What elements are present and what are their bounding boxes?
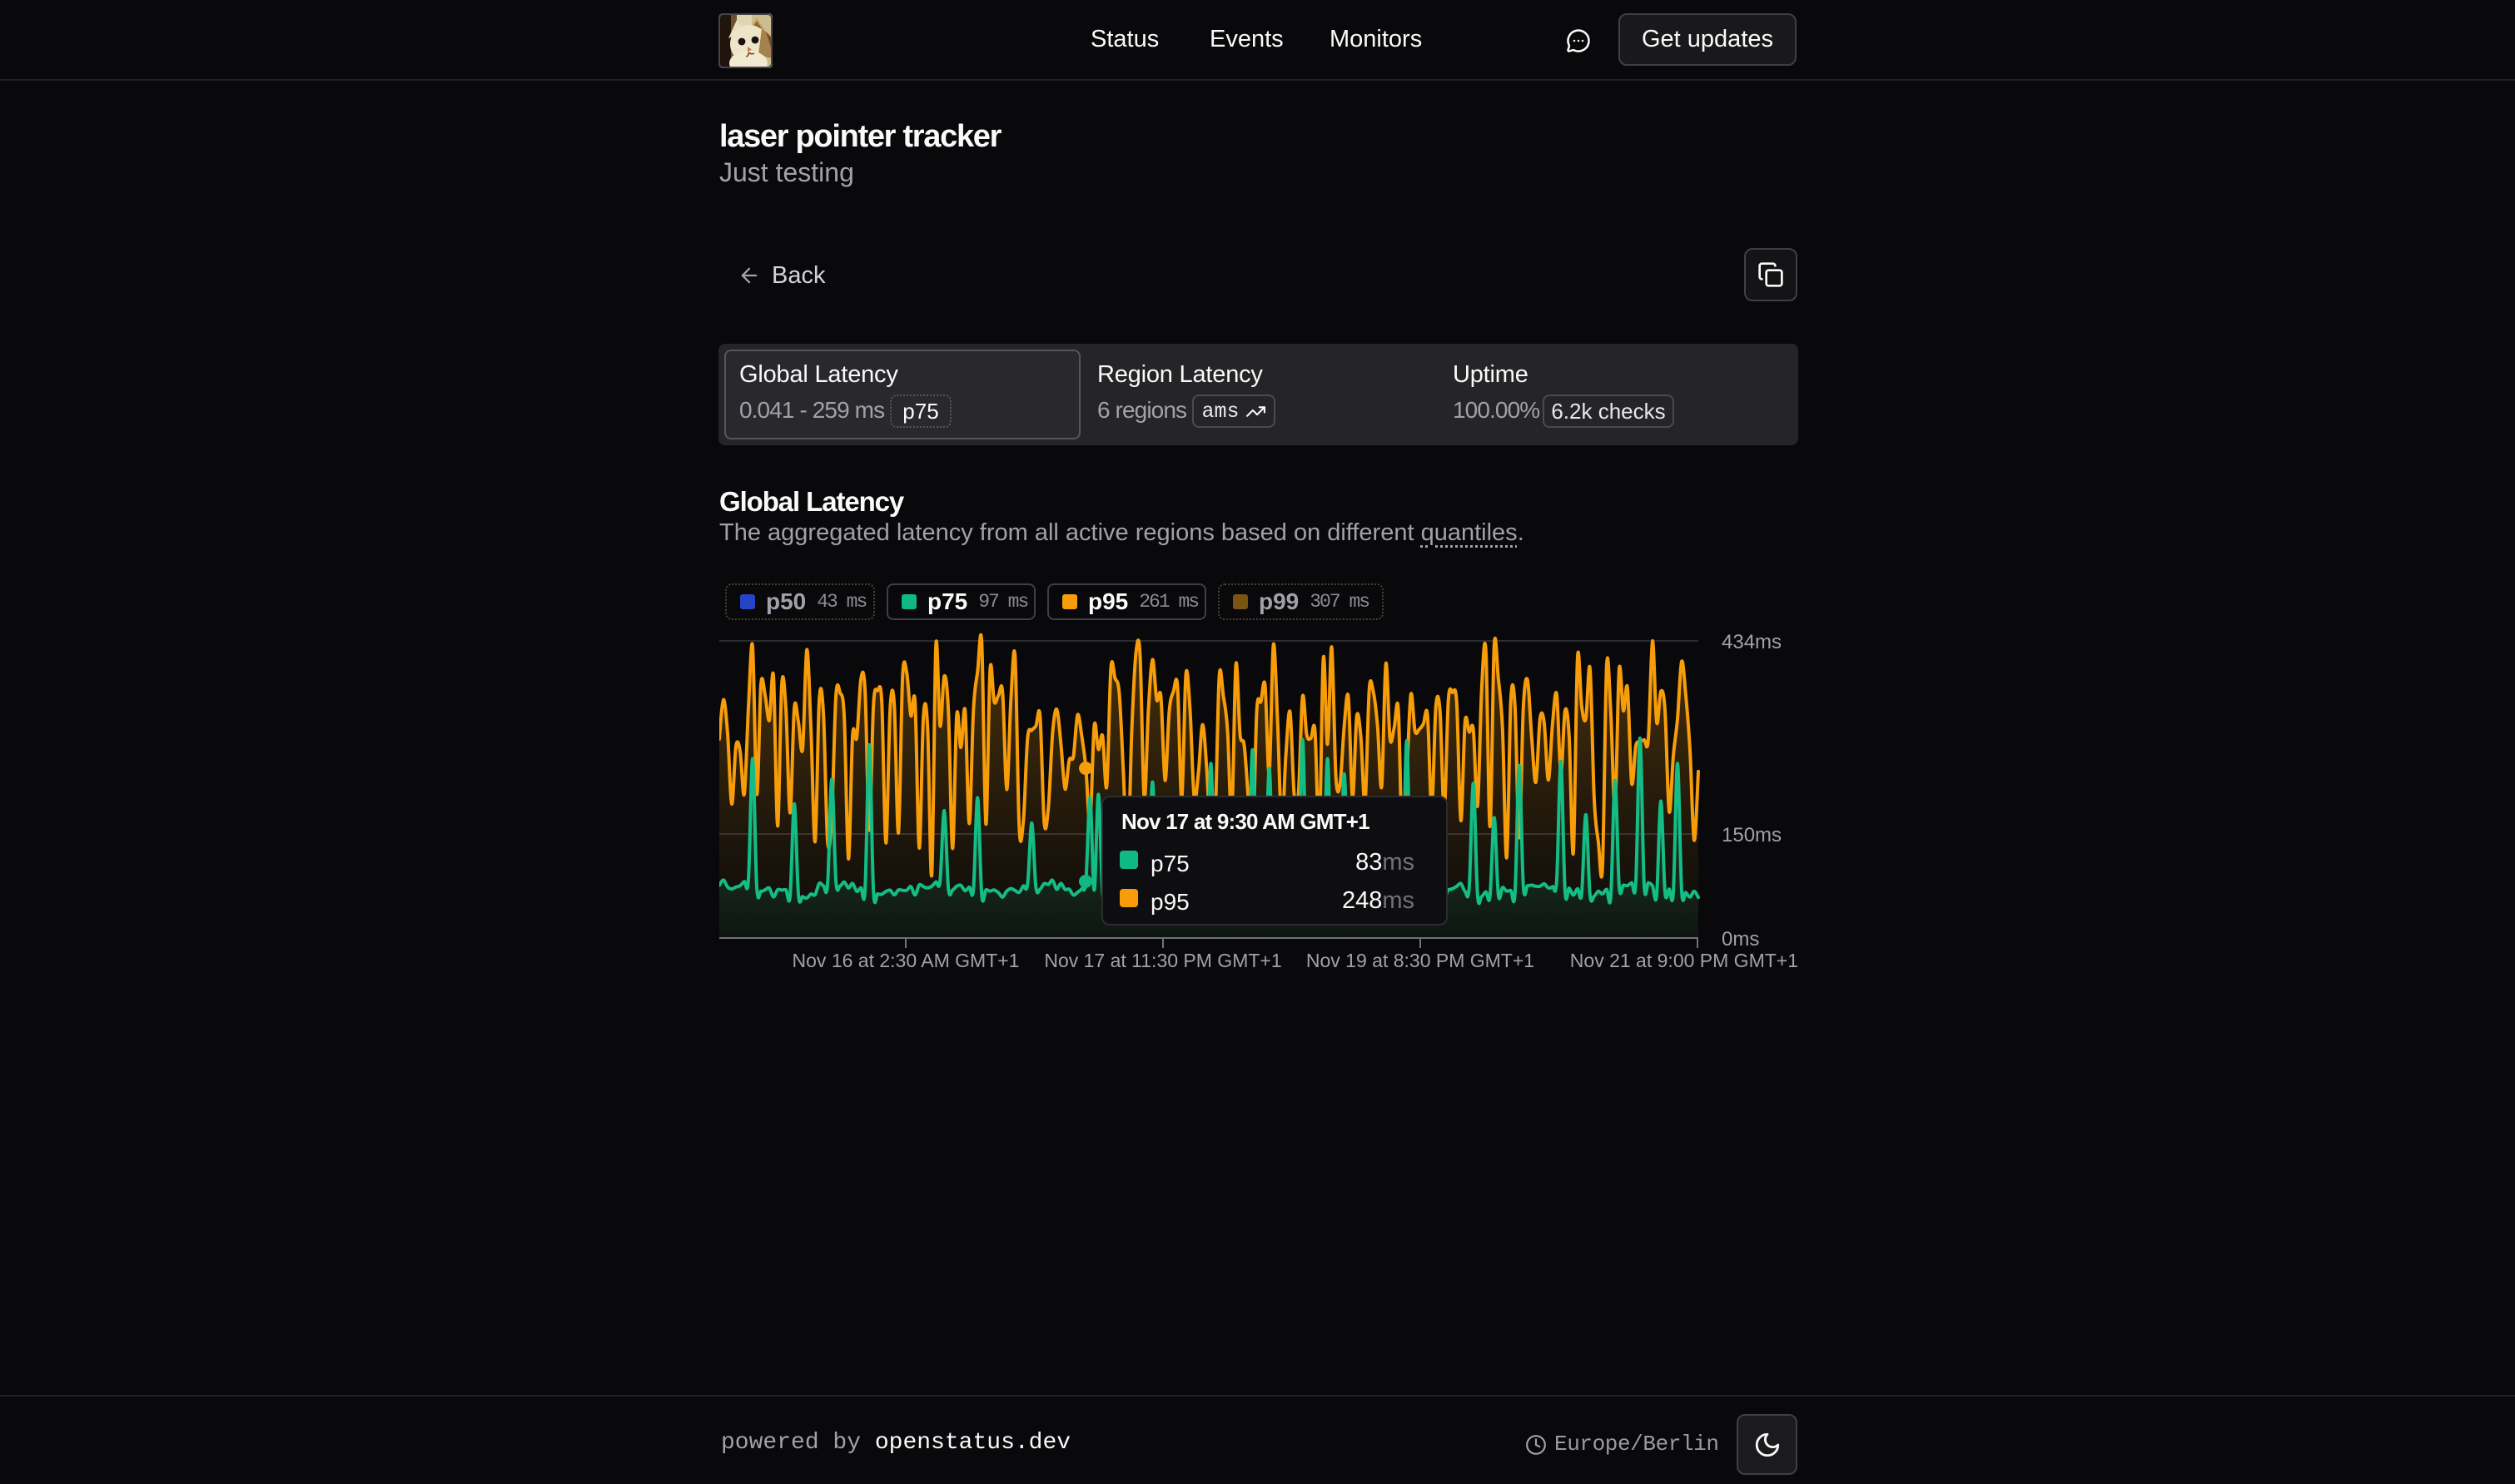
svg-text:434ms: 434ms xyxy=(1722,631,1782,653)
svg-text:Nov 19 at 8:30 PM GMT+1: Nov 19 at 8:30 PM GMT+1 xyxy=(1306,950,1534,971)
svg-text:Nov 21 at 9:00 PM GMT+1: Nov 21 at 9:00 PM GMT+1 xyxy=(1570,950,1798,971)
svg-text:0ms: 0ms xyxy=(1722,928,1759,950)
svg-text:Nov 17 at 11:30 PM GMT+1: Nov 17 at 11:30 PM GMT+1 xyxy=(1044,950,1281,971)
svg-text:150ms: 150ms xyxy=(1722,824,1782,846)
svg-text:Nov 16 at 2:30 AM GMT+1: Nov 16 at 2:30 AM GMT+1 xyxy=(793,950,1020,971)
